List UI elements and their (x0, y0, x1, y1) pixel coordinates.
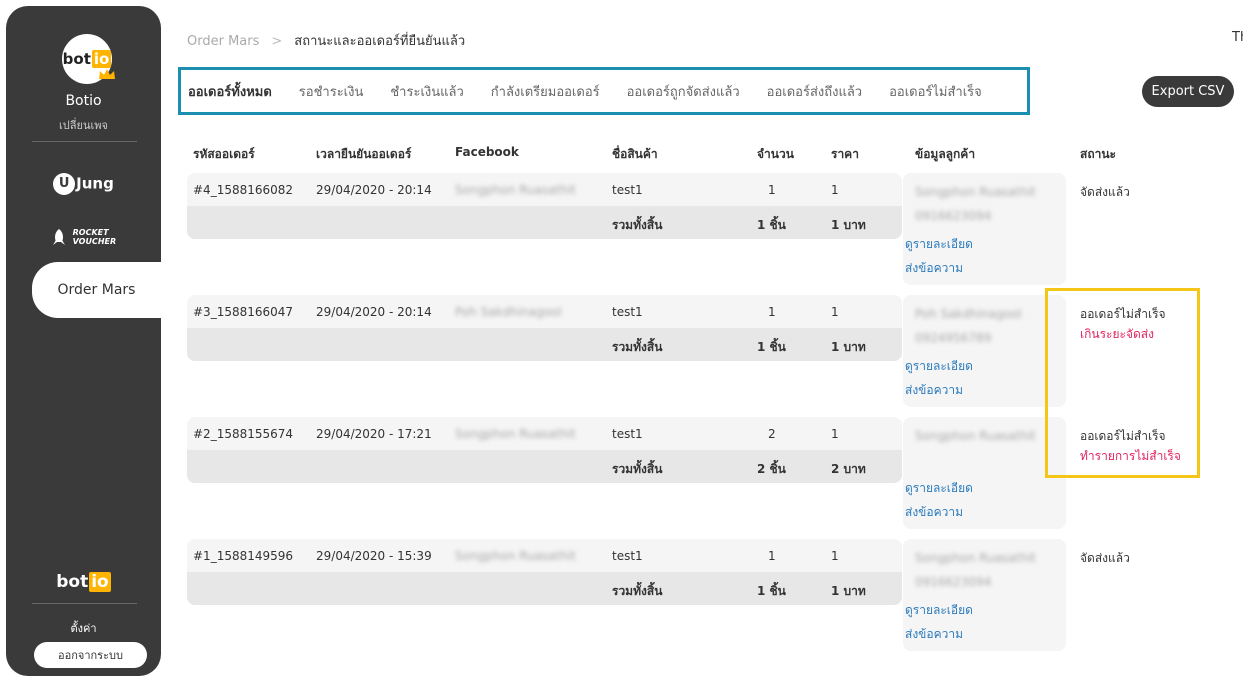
page-name: Botio (65, 93, 102, 109)
customer-name: Songphon Ruasathit (915, 185, 1036, 199)
table-row: #4_1588166082 29/04/2020 - 20:14 Songpho… (0, 173, 1243, 293)
header-facebook: Facebook (455, 145, 519, 159)
view-details-link[interactable]: ดูรายละเอียด (905, 601, 973, 620)
total-label: รวมทั้งสิ้น (612, 462, 663, 476)
tab-preparing[interactable]: กำลังเตรียมออเดอร์ (491, 81, 600, 102)
total-price: 1 บาท (831, 218, 866, 232)
total-price: 1 บาท (831, 584, 866, 598)
send-message-link[interactable]: ส่งข้อความ (905, 259, 963, 278)
header-qty: จำนวน (757, 147, 794, 161)
tab-delivered[interactable]: ออเดอร์ส่งถึงแล้ว (767, 81, 862, 102)
product-name: test1 (612, 549, 643, 563)
facebook-name: Songphon Ruasathit (455, 183, 576, 197)
price: 1 (831, 305, 839, 319)
total-bar (187, 450, 902, 483)
confirm-time: 29/04/2020 - 15:39 (316, 549, 432, 563)
price: 1 (831, 427, 839, 441)
tab-all-orders[interactable]: ออเดอร์ทั้งหมด (188, 81, 272, 102)
total-price: 1 บาท (831, 340, 866, 354)
total-qty: 1 ชิ้น (757, 340, 786, 354)
order-id: #2_1588155674 (193, 427, 294, 441)
product-name: test1 (612, 183, 643, 197)
breadcrumb-separator: > (271, 34, 283, 49)
send-message-link[interactable]: ส่งข้อความ (905, 381, 963, 400)
language-toggle[interactable]: Th (1232, 30, 1243, 45)
customer-phone: 0916623094 (915, 209, 992, 223)
customer-name: Poh Sakdhinagool (915, 307, 1022, 321)
total-label: รวมทั้งสิ้น (612, 340, 663, 354)
failed-status-highlight (1045, 288, 1200, 478)
customer-name: Songphon Ruasathit (915, 429, 1036, 443)
total-label: รวมทั้งสิ้น (612, 584, 663, 598)
order-status: จัดส่งแล้ว (1080, 551, 1130, 565)
export-csv-button[interactable]: Export CSV (1142, 76, 1234, 107)
order-id: #4_1588166082 (193, 183, 294, 197)
header-confirm-time: เวลายืนยันออเดอร์ (316, 147, 412, 161)
header-price: ราคา (831, 147, 859, 161)
view-details-link[interactable]: ดูรายละเอียด (905, 235, 973, 254)
tab-failed[interactable]: ออเดอร์ไม่สำเร็จ (889, 81, 982, 102)
order-id: #3_1588166047 (193, 305, 294, 319)
crown-icon (99, 69, 115, 79)
total-label: รวมทั้งสิ้น (612, 218, 663, 232)
total-bar (187, 206, 902, 239)
breadcrumb-root[interactable]: Order Mars (187, 34, 259, 49)
quantity: 1 (768, 305, 776, 319)
customer-name: Songphon Ruasathit (915, 551, 1036, 565)
product-name: test1 (612, 305, 643, 319)
logo-text: bot (62, 50, 91, 68)
order-id: #1_1588149596 (193, 549, 294, 563)
tab-awaiting-payment[interactable]: รอชำระเงิน (299, 81, 364, 102)
view-details-link[interactable]: ดูรายละเอียด (905, 479, 973, 498)
customer-phone: 0924956789 (915, 331, 992, 345)
total-qty: 1 ชิ้น (757, 218, 786, 232)
tab-paid[interactable]: ชำระเงินแล้ว (390, 81, 463, 102)
price: 1 (831, 549, 839, 563)
total-qty: 1 ชิ้น (757, 584, 786, 598)
facebook-name: Songphon Ruasathit (455, 427, 576, 441)
sidebar-divider (32, 141, 137, 142)
confirm-time: 29/04/2020 - 17:21 (316, 427, 432, 441)
price: 1 (831, 183, 839, 197)
total-price: 2 บาท (831, 462, 866, 476)
breadcrumb-current: สถานะและออเดอร์ที่ยืนยันแล้ว (294, 34, 466, 49)
product-name: test1 (612, 427, 643, 441)
total-qty: 2 ชิ้น (757, 462, 786, 476)
table-row: #1_1588149596 29/04/2020 - 15:39 Songpho… (0, 539, 1243, 659)
tab-shipped[interactable]: ออเดอร์ถูกจัดส่งแล้ว (627, 81, 740, 102)
order-status: จัดส่งแล้ว (1080, 185, 1130, 199)
header-product: ชื่อสินค้า (612, 147, 658, 161)
header-status: สถานะ (1080, 147, 1116, 161)
quantity: 1 (768, 549, 776, 563)
send-message-link[interactable]: ส่งข้อความ (905, 503, 963, 522)
total-bar (187, 572, 902, 605)
quantity: 2 (768, 427, 776, 441)
header-order-id: รหัสออเดอร์ (193, 147, 255, 161)
confirm-time: 29/04/2020 - 20:14 (316, 183, 432, 197)
breadcrumb: Order Mars > สถานะและออเดอร์ที่ยืนยันแล้ว (187, 30, 465, 51)
facebook-name: Songphon Ruasathit (455, 549, 576, 563)
customer-phone: 0916623094 (915, 575, 992, 589)
logo-accent: io (91, 50, 112, 68)
view-details-link[interactable]: ดูรายละเอียด (905, 357, 973, 376)
header-customer: ข้อมูลลูกค้า (915, 147, 976, 161)
facebook-name: Poh Sakdhinagool (455, 305, 562, 319)
send-message-link[interactable]: ส่งข้อความ (905, 625, 963, 644)
total-bar (187, 328, 902, 361)
confirm-time: 29/04/2020 - 20:14 (316, 305, 432, 319)
status-tabs: ออเดอร์ทั้งหมด รอชำระเงิน ชำระเงินแล้ว ก… (178, 67, 1030, 115)
switch-page-link[interactable]: เปลี่ยนเพจ (6, 116, 161, 134)
quantity: 1 (768, 183, 776, 197)
